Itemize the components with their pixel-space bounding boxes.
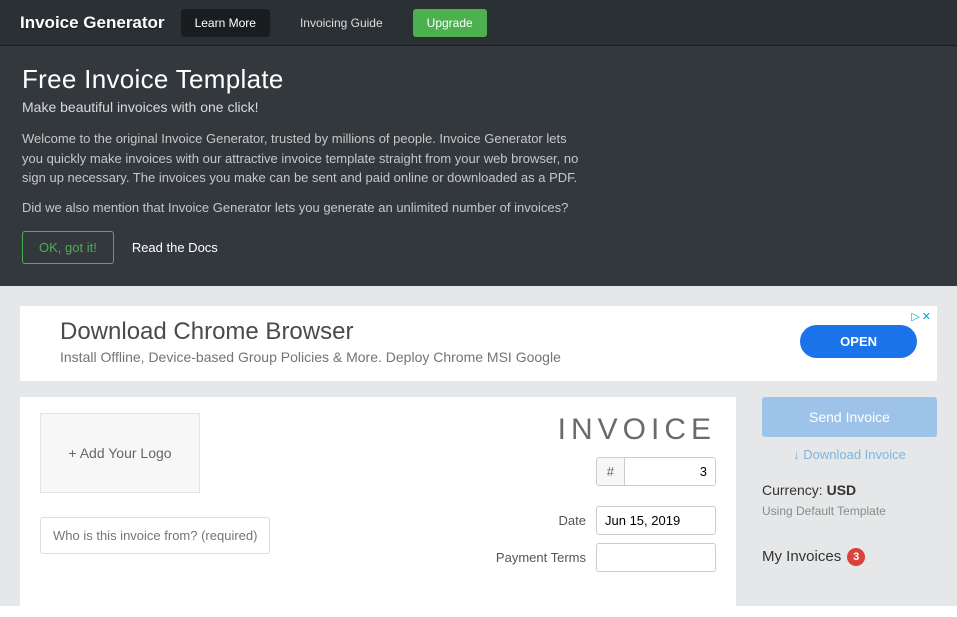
ad-banner: Download Chrome Browser Install Offline,… [20,306,937,381]
page-subtitle: Make beautiful invoices with one click! [22,99,935,115]
read-docs-link[interactable]: Read the Docs [132,240,218,255]
invoice-count-badge: 3 [847,548,865,566]
template-info[interactable]: Using Default Template [762,504,937,518]
adchoices-icon[interactable]: ▷ [911,310,919,323]
payment-terms-input[interactable] [596,543,716,572]
my-invoices-link[interactable]: My Invoices 3 [762,548,937,566]
ad-subtitle: Install Offline, Device-based Group Poli… [60,349,561,365]
invoice-number-group: # [596,457,716,486]
send-invoice-button[interactable]: Send Invoice [762,397,937,437]
actions-sidebar: Send Invoice ↓ Download Invoice Currency… [762,397,937,566]
payment-terms-label: Payment Terms [496,550,586,565]
invoice-form: + Add Your Logo INVOICE # Date [20,397,736,617]
currency-label: Currency: [762,482,823,498]
ad-open-button[interactable]: OPEN [800,325,917,358]
invoice-number-input[interactable] [625,458,715,485]
invoice-number-prefix: # [597,458,625,485]
ad-close-icon[interactable]: ✕ [922,310,931,323]
invoice-title-input[interactable]: INVOICE [496,413,716,447]
learn-more-button[interactable]: Learn More [181,9,270,37]
download-invoice-link[interactable]: ↓ Download Invoice [762,447,937,462]
main-content: Download Chrome Browser Install Offline,… [0,286,957,606]
page-title: Free Invoice Template [22,64,935,95]
hero-banner: Free Invoice Template Make beautiful inv… [0,46,957,286]
date-label: Date [559,513,586,528]
brand-logo[interactable]: Invoice Generator [20,13,165,33]
invoice-from-input[interactable] [40,517,270,554]
date-input[interactable] [596,506,716,535]
my-invoices-label: My Invoices [762,548,841,565]
upgrade-button[interactable]: Upgrade [413,9,487,37]
ok-got-it-button[interactable]: OK, got it! [22,231,114,264]
add-logo-label: + Add Your Logo [68,445,171,461]
add-logo-button[interactable]: + Add Your Logo [40,413,200,493]
currency-value: USD [827,482,857,498]
invoicing-guide-link[interactable]: Invoicing Guide [286,9,397,37]
ad-title[interactable]: Download Chrome Browser [60,318,561,346]
hero-description: Welcome to the original Invoice Generato… [22,129,582,188]
currency-selector[interactable]: Currency: USD [762,482,937,498]
hero-mention: Did we also mention that Invoice Generat… [22,200,935,215]
top-nav: Invoice Generator Learn More Invoicing G… [0,0,957,46]
